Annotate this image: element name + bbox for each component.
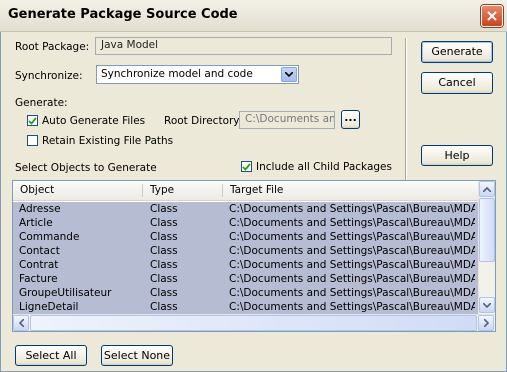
generate-button-label: Generate bbox=[431, 45, 483, 58]
root-directory-label: Root Directory: bbox=[164, 115, 243, 127]
vertical-scroll-thumb[interactable] bbox=[479, 198, 495, 262]
select-all-button[interactable]: Select All bbox=[15, 345, 87, 366]
scroll-down-button[interactable] bbox=[479, 297, 495, 313]
table-row[interactable]: Facture Class C:\Documents and Settings\Pa… bbox=[13, 272, 478, 286]
generate-label: Generate: bbox=[15, 97, 68, 109]
arrow-up-icon bbox=[483, 186, 491, 192]
cell-type: Class bbox=[150, 273, 178, 285]
objects-list[interactable]: Object Type Target File Adresse Class C:\D… bbox=[12, 180, 496, 332]
cell-target-file: C:\Documents and Settings\Pascal\Bureau\… bbox=[229, 301, 475, 313]
root-package-field: Java Model bbox=[95, 37, 392, 55]
dropdown-button[interactable] bbox=[281, 67, 297, 82]
window-title: Generate Package Source Code bbox=[8, 7, 238, 22]
browse-button[interactable]: ... bbox=[341, 110, 360, 129]
cell-target-file: C:\Documents and Settings\Pascal\Bureau\… bbox=[229, 203, 475, 215]
cell-object: GroupeUtilisateur bbox=[19, 287, 112, 299]
cell-type: Class bbox=[150, 245, 178, 257]
retain-paths-checkbox[interactable] bbox=[27, 135, 38, 146]
table-row[interactable]: Contact Class C:\Documents and Settings\Pa… bbox=[13, 244, 478, 258]
cancel-button-label: Cancel bbox=[438, 76, 476, 89]
table-row[interactable]: LigneDetail Class C:\Documents and Setting… bbox=[13, 300, 478, 314]
cell-target-file: C:\Documents and Settings\Pascal\Bureau\… bbox=[229, 273, 475, 285]
arrow-down-icon bbox=[483, 302, 491, 308]
auto-generate-label: Auto Generate Files bbox=[42, 115, 146, 127]
cell-type: Class bbox=[150, 301, 178, 313]
synchronize-label: Synchronize: bbox=[15, 70, 83, 82]
browse-label: ... bbox=[344, 111, 357, 124]
vertical-scrollbar[interactable] bbox=[478, 181, 495, 314]
select-none-button[interactable]: Select None bbox=[101, 345, 173, 366]
cell-type: Class bbox=[150, 259, 178, 271]
select-all-label: Select All bbox=[25, 349, 77, 362]
select-objects-label: Select Objects to Generate bbox=[15, 162, 157, 174]
table-row[interactable]: Article Class C:\Documents and Settings\Pa… bbox=[13, 216, 478, 230]
table-row[interactable]: Commande Class C:\Documents and Settings\P… bbox=[13, 230, 478, 244]
checkmark-icon bbox=[28, 116, 37, 125]
cell-target-file: C:\Documents and Settings\Pascal\Bureau\… bbox=[229, 217, 475, 229]
synchronize-dropdown[interactable]: Synchronize model and code bbox=[96, 65, 299, 84]
horizontal-scrollbar[interactable] bbox=[13, 314, 495, 331]
cell-type: Class bbox=[150, 217, 178, 229]
root-directory-field[interactable]: C:\Documents an bbox=[239, 111, 335, 129]
table-row[interactable]: GroupeUtilisateur Class C:\Documents and S… bbox=[13, 286, 478, 300]
cell-object: Contrat bbox=[19, 259, 59, 271]
horizontal-scroll-thumb[interactable] bbox=[30, 315, 477, 331]
scroll-left-button[interactable] bbox=[13, 315, 29, 331]
retain-paths-label: Retain Existing File Paths bbox=[42, 135, 174, 147]
arrow-right-icon bbox=[483, 319, 489, 327]
checkmark-icon bbox=[242, 162, 251, 171]
cell-type: Class bbox=[150, 203, 178, 215]
scroll-up-button[interactable] bbox=[479, 181, 495, 197]
list-header: Object Type Target File bbox=[13, 181, 478, 201]
cell-object: Article bbox=[19, 217, 53, 229]
generate-button[interactable]: Generate bbox=[421, 41, 493, 63]
auto-generate-checkbox[interactable] bbox=[27, 115, 38, 126]
root-package-label: Root Package: bbox=[15, 41, 90, 53]
table-row[interactable]: Adresse Class C:\Documents and Settings\Pa… bbox=[13, 202, 478, 216]
cell-target-file: C:\Documents and Settings\Pascal\Bureau\… bbox=[229, 245, 475, 257]
column-header-type[interactable]: Type bbox=[143, 181, 223, 199]
cell-type: Class bbox=[150, 287, 178, 299]
cell-object: LigneDetail bbox=[19, 301, 79, 313]
close-icon bbox=[487, 11, 497, 21]
scroll-right-button[interactable] bbox=[478, 315, 494, 331]
cell-object: Adresse bbox=[19, 203, 61, 215]
title-bar[interactable]: Generate Package Source Code bbox=[0, 0, 507, 32]
include-children-label: Include all Child Packages bbox=[256, 161, 392, 173]
select-none-label: Select None bbox=[103, 349, 171, 362]
column-header-target-file[interactable]: Target File bbox=[223, 181, 478, 199]
close-button[interactable] bbox=[481, 5, 503, 27]
cell-object: Contact bbox=[19, 245, 60, 257]
cell-target-file: C:\Documents and Settings\Pascal\Bureau\… bbox=[229, 287, 475, 299]
vertical-divider bbox=[405, 38, 407, 181]
cell-object: Commande bbox=[19, 231, 80, 243]
synchronize-selected-value: Synchronize model and code bbox=[101, 68, 253, 80]
cancel-button[interactable]: Cancel bbox=[421, 72, 493, 94]
cell-target-file: C:\Documents and Settings\Pascal\Bureau\… bbox=[229, 231, 475, 243]
table-row[interactable]: Contrat Class C:\Documents and Settings\Pa… bbox=[13, 258, 478, 272]
help-button-label: Help bbox=[444, 149, 470, 162]
include-children-checkbox[interactable] bbox=[241, 161, 252, 172]
cell-target-file: C:\Documents and Settings\Pascal\Bureau\… bbox=[229, 259, 475, 271]
chevron-down-icon bbox=[285, 72, 293, 77]
column-header-object[interactable]: Object bbox=[13, 181, 143, 199]
cell-object: Facture bbox=[19, 273, 58, 285]
cell-type: Class bbox=[150, 231, 178, 243]
help-button[interactable]: Help bbox=[421, 145, 493, 166]
arrow-left-icon bbox=[18, 319, 24, 327]
